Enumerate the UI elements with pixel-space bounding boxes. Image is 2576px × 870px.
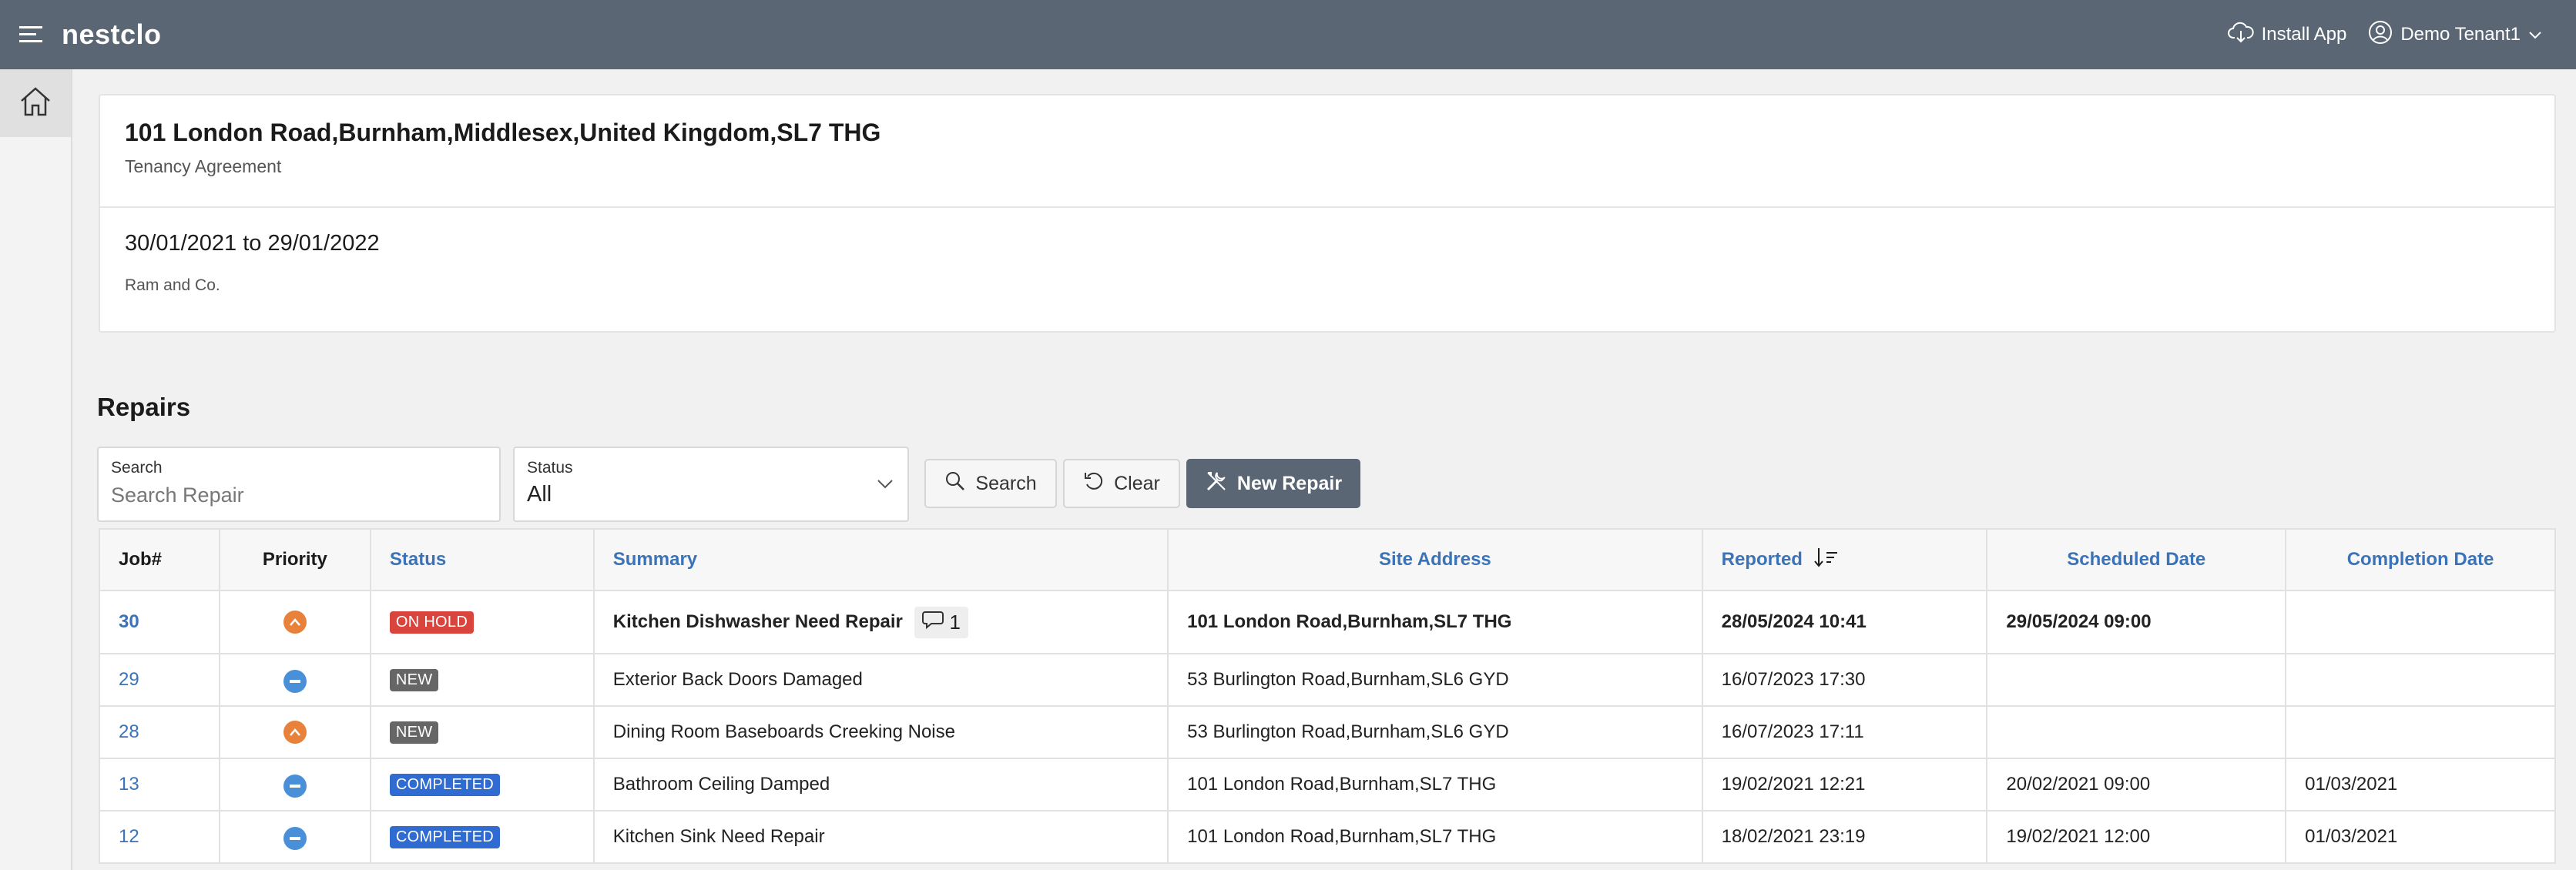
table-header-row: Job# Priority Status Summary Site Addres… xyxy=(99,528,2556,591)
status-badge: NEW xyxy=(389,669,439,691)
column-header-reported[interactable]: Reported xyxy=(1701,528,1988,591)
chevron-down-icon xyxy=(2528,24,2542,45)
undo-icon xyxy=(1083,470,1105,497)
column-header-priority: Priority xyxy=(218,528,371,591)
new-repair-label: New Repair xyxy=(1236,472,1343,494)
search-icon xyxy=(944,470,966,497)
priority-medium-icon xyxy=(283,774,307,798)
side-navigation xyxy=(0,69,72,870)
table-row[interactable]: 13 COMPLETED Bathroom Ceiling Damped 101… xyxy=(99,758,2556,811)
scheduled-cell: 29/05/2024 09:00 xyxy=(1986,590,2287,654)
repair-summary: Bathroom Ceiling Damped xyxy=(592,758,1169,811)
table-row[interactable]: 29 NEW Exterior Back Doors Damaged 53 Bu… xyxy=(99,653,2556,707)
site-address-cell: 53 Burlington Road,Burnham,SL6 GYD xyxy=(1167,653,1703,707)
job-number-link[interactable]: 12 xyxy=(119,826,139,847)
repair-summary: Kitchen Dishwasher Need Repair xyxy=(612,611,903,632)
tenancy-type: Tenancy Agreement xyxy=(125,156,282,176)
completion-cell xyxy=(2285,705,2556,759)
user-menu-button[interactable]: Demo Tenant1 xyxy=(2357,12,2553,58)
user-name-label: Demo Tenant1 xyxy=(2400,24,2521,45)
column-header-summary[interactable]: Summary xyxy=(592,528,1169,591)
search-button[interactable]: Search xyxy=(924,459,1057,508)
reported-cell: 18/02/2021 23:19 xyxy=(1701,810,1988,864)
app-brand-logo[interactable]: nestclo xyxy=(62,18,162,51)
column-header-completion-date[interactable]: Completion Date xyxy=(2285,528,2556,591)
repairs-heading: Repairs xyxy=(97,393,191,421)
completion-cell: 01/03/2021 xyxy=(2285,810,2556,864)
landlord-name: Ram and Co. xyxy=(125,276,220,294)
completion-cell: 01/03/2021 xyxy=(2285,758,2556,811)
reported-cell: 16/07/2023 17:30 xyxy=(1701,653,1988,707)
top-header: nestclo Install App Demo Tenant1 xyxy=(0,0,2576,69)
user-avatar-icon xyxy=(2368,20,2393,50)
search-field[interactable]: Search xyxy=(97,447,501,522)
column-header-site-address[interactable]: Site Address xyxy=(1167,528,1703,591)
priority-high-icon xyxy=(283,611,307,634)
tenancy-details: 30/01/2021 to 29/01/2022 Ram and Co. xyxy=(100,208,2554,318)
table-row[interactable]: 12 COMPLETED Kitchen Sink Need Repair 10… xyxy=(99,810,2556,864)
site-address-cell: 101 London Road,Burnham,SL7 THG xyxy=(1167,590,1703,654)
job-number-link[interactable]: 30 xyxy=(119,611,139,632)
status-select-value: All xyxy=(527,482,552,507)
tenancy-header: 101 London Road,Burnham,Middlesex,United… xyxy=(100,95,2554,208)
repairs-table: Job# Priority Status Summary Site Addres… xyxy=(99,528,2556,864)
status-badge: COMPLETED xyxy=(389,774,501,796)
status-badge: COMPLETED xyxy=(389,826,501,848)
tools-icon xyxy=(1205,470,1228,498)
column-header-job: Job# xyxy=(99,528,220,591)
cloud-download-icon xyxy=(2227,21,2254,49)
column-header-scheduled-date[interactable]: Scheduled Date xyxy=(1986,528,2287,591)
priority-medium-icon xyxy=(283,669,307,693)
comment-count: 1 xyxy=(949,610,961,634)
scheduled-cell xyxy=(1986,705,2287,759)
reported-cell: 16/07/2023 17:11 xyxy=(1701,705,1988,759)
home-nav-button[interactable] xyxy=(0,69,71,137)
reported-header-label: Reported xyxy=(1721,548,1803,570)
search-field-label: Search xyxy=(111,459,163,477)
property-address: 101 London Road,Burnham,Middlesex,United… xyxy=(125,119,881,146)
job-number-link[interactable]: 29 xyxy=(119,669,139,690)
search-button-label: Search xyxy=(975,472,1037,494)
reported-cell: 19/02/2021 12:21 xyxy=(1701,758,1988,811)
repair-summary: Kitchen Sink Need Repair xyxy=(592,810,1169,864)
comment-bubble-icon xyxy=(921,610,945,635)
main-content: 101 London Road,Burnham,Middlesex,United… xyxy=(72,69,2576,870)
reported-cell: 28/05/2024 10:41 xyxy=(1701,590,1988,654)
status-badge: ON HOLD xyxy=(389,611,475,634)
job-number-link[interactable]: 13 xyxy=(119,774,139,795)
site-address-cell: 101 London Road,Burnham,SL7 THG xyxy=(1167,810,1703,864)
column-header-status[interactable]: Status xyxy=(369,528,595,591)
clear-button-label: Clear xyxy=(1114,472,1160,494)
scheduled-cell xyxy=(1986,653,2287,707)
priority-medium-icon xyxy=(283,826,307,850)
status-select[interactable]: Status All xyxy=(513,447,909,522)
repair-summary: Dining Room Baseboards Creeking Noise xyxy=(592,705,1169,759)
search-input[interactable] xyxy=(111,484,487,507)
completion-cell xyxy=(2285,653,2556,707)
new-repair-button[interactable]: New Repair xyxy=(1186,459,1360,508)
home-icon xyxy=(18,85,52,122)
status-badge: NEW xyxy=(389,721,439,744)
scheduled-cell: 19/02/2021 12:00 xyxy=(1986,810,2287,864)
sort-descending-icon xyxy=(1813,547,1840,573)
table-row[interactable]: 28 NEW Dining Room Baseboards Creeking N… xyxy=(99,705,2556,759)
completion-cell xyxy=(2285,590,2556,654)
clear-button[interactable]: Clear xyxy=(1063,459,1180,508)
job-number-link[interactable]: 28 xyxy=(119,721,139,742)
table-row[interactable]: 30 ON HOLD Kitchen Dishwasher Need Repai… xyxy=(99,590,2556,654)
tenancy-card: 101 London Road,Burnham,Middlesex,United… xyxy=(99,94,2556,333)
install-app-label: Install App xyxy=(2261,24,2347,45)
repair-summary: Exterior Back Doors Damaged xyxy=(592,653,1169,707)
priority-high-icon xyxy=(283,721,307,744)
hamburger-menu-icon[interactable] xyxy=(0,0,62,69)
install-app-button[interactable]: Install App xyxy=(2217,12,2358,58)
site-address-cell: 101 London Road,Burnham,SL7 THG xyxy=(1167,758,1703,811)
chevron-down-icon xyxy=(877,479,894,494)
status-select-label: Status xyxy=(527,459,573,477)
scheduled-cell: 20/02/2021 09:00 xyxy=(1986,758,2287,811)
tenancy-date-range: 30/01/2021 to 29/01/2022 xyxy=(125,231,380,256)
comments-button[interactable]: 1 xyxy=(914,606,969,638)
site-address-cell: 53 Burlington Road,Burnham,SL6 GYD xyxy=(1167,705,1703,759)
